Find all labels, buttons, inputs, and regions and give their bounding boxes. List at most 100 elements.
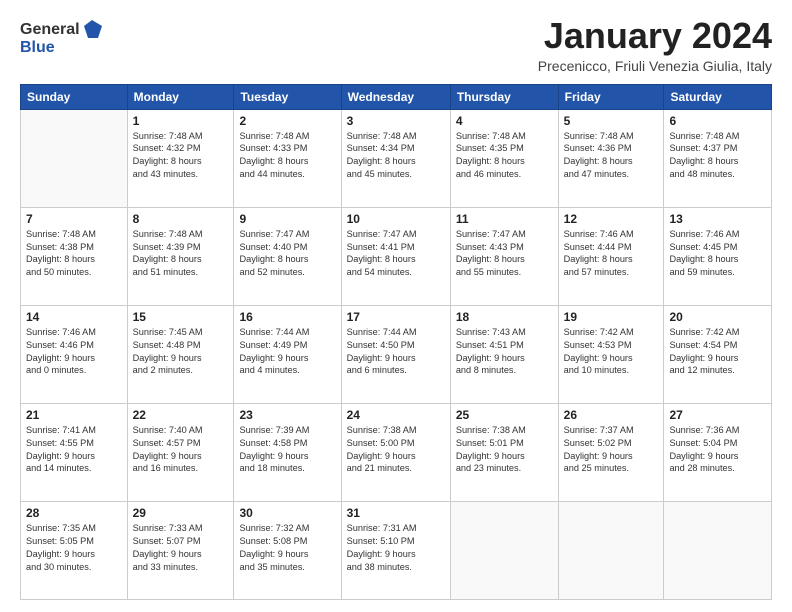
day-number: 27 — [669, 408, 766, 422]
logo: General Blue — [20, 16, 110, 63]
calendar-cell: 14 Sunrise: 7:46 AMSunset: 4:46 PMDayligh… — [21, 305, 128, 403]
day-number: 16 — [239, 310, 335, 324]
day-header-thursday: Thursday — [450, 84, 558, 109]
day-number: 17 — [347, 310, 445, 324]
calendar-cell: 18Sunrise: 7:43 AMSunset: 4:51 PMDayligh… — [450, 305, 558, 403]
calendar-cell: 4 Sunrise: 7:48 AMSunset: 4:35 PMDaylight… — [450, 109, 558, 207]
calendar-cell: 22 Sunrise: 7:40 AMSunset: 4:57 PMDayligh… — [127, 403, 234, 501]
cell-info: Sunrise: 7:35 AMSunset: 5:05 PMDaylight:… — [26, 522, 122, 574]
day-number: 15 — [133, 310, 229, 324]
calendar-cell: 29 Sunrise: 7:33 AMSunset: 5:07 PMDayligh… — [127, 501, 234, 599]
cell-info: Sunrise: 7:44 AMSunset: 4:50 PMDaylight:… — [347, 326, 445, 378]
day-number: 25 — [456, 408, 553, 422]
cell-info: Sunrise: 7:46 AMSunset: 4:46 PMDaylight:… — [26, 326, 122, 378]
cell-info: Sunrise: 7:46 AMSunset: 4:44 PMDaylight:… — [564, 228, 659, 280]
cell-info: Sunrise: 7:39 AMSunset: 4:58 PMDaylight:… — [239, 424, 335, 476]
cell-info: Sunrise: 7:44 AMSunset: 4:49 PMDaylight:… — [239, 326, 335, 378]
logo-image: General Blue — [20, 16, 110, 63]
day-number: 20 — [669, 310, 766, 324]
cell-info: Sunrise: 7:32 AMSunset: 5:08 PMDaylight:… — [239, 522, 335, 574]
day-header-sunday: Sunday — [21, 84, 128, 109]
day-number: 31 — [347, 506, 445, 520]
cell-info: Sunrise: 7:42 AMSunset: 4:53 PMDaylight:… — [564, 326, 659, 378]
cell-info: Sunrise: 7:48 AMSunset: 4:35 PMDaylight:… — [456, 130, 553, 182]
day-header-monday: Monday — [127, 84, 234, 109]
calendar-cell: 27 Sunrise: 7:36 AMSunset: 5:04 PMDayligh… — [664, 403, 772, 501]
calendar-cell: 23 Sunrise: 7:39 AMSunset: 4:58 PMDayligh… — [234, 403, 341, 501]
cell-info: Sunrise: 7:40 AMSunset: 4:57 PMDaylight:… — [133, 424, 229, 476]
cell-info: Sunrise: 7:47 AMSunset: 4:43 PMDaylight:… — [456, 228, 553, 280]
calendar-cell: 13Sunrise: 7:46 AMSunset: 4:45 PMDayligh… — [664, 207, 772, 305]
day-header-saturday: Saturday — [664, 84, 772, 109]
day-number: 30 — [239, 506, 335, 520]
day-number: 2 — [239, 114, 335, 128]
calendar-cell: 2 Sunrise: 7:48 AMSunset: 4:33 PMDaylight… — [234, 109, 341, 207]
cell-info: Sunrise: 7:33 AMSunset: 5:07 PMDaylight:… — [133, 522, 229, 574]
day-number: 19 — [564, 310, 659, 324]
calendar-cell: 16 Sunrise: 7:44 AMSunset: 4:49 PMDayligh… — [234, 305, 341, 403]
day-header-tuesday: Tuesday — [234, 84, 341, 109]
cell-info: Sunrise: 7:48 AMSunset: 4:33 PMDaylight:… — [239, 130, 335, 182]
day-number: 21 — [26, 408, 122, 422]
cell-info: Sunrise: 7:43 AMSunset: 4:51 PMDaylight:… — [456, 326, 553, 378]
calendar-cell: 19 Sunrise: 7:42 AMSunset: 4:53 PMDayligh… — [558, 305, 664, 403]
location-title: Precenicco, Friuli Venezia Giulia, Italy — [538, 58, 772, 74]
day-number: 4 — [456, 114, 553, 128]
day-number: 12 — [564, 212, 659, 226]
calendar-cell: 28Sunrise: 7:35 AMSunset: 5:05 PMDayligh… — [21, 501, 128, 599]
day-number: 6 — [669, 114, 766, 128]
week-row-1: 1Sunrise: 7:48 AMSunset: 4:32 PMDaylight… — [21, 109, 772, 207]
cell-info: Sunrise: 7:31 AMSunset: 5:10 PMDaylight:… — [347, 522, 445, 574]
calendar-cell: 30 Sunrise: 7:32 AMSunset: 5:08 PMDayligh… — [234, 501, 341, 599]
day-number: 11 — [456, 212, 553, 226]
calendar-header-row: SundayMondayTuesdayWednesdayThursdayFrid… — [21, 84, 772, 109]
week-row-5: 28Sunrise: 7:35 AMSunset: 5:05 PMDayligh… — [21, 501, 772, 599]
svg-text:General: General — [20, 21, 80, 38]
calendar-cell: 3Sunrise: 7:48 AMSunset: 4:34 PMDaylight… — [341, 109, 450, 207]
cell-info: Sunrise: 7:36 AMSunset: 5:04 PMDaylight:… — [669, 424, 766, 476]
day-header-friday: Friday — [558, 84, 664, 109]
calendar-cell: 7 Sunrise: 7:48 AMSunset: 4:38 PMDaylight… — [21, 207, 128, 305]
week-row-2: 7 Sunrise: 7:48 AMSunset: 4:38 PMDaylight… — [21, 207, 772, 305]
week-row-3: 14 Sunrise: 7:46 AMSunset: 4:46 PMDayligh… — [21, 305, 772, 403]
header: General Blue January 2024 Precenicco, Fr… — [20, 16, 772, 74]
day-number: 10 — [347, 212, 445, 226]
cell-info: Sunrise: 7:48 AMSunset: 4:38 PMDaylight:… — [26, 228, 122, 280]
calendar-cell: 20 Sunrise: 7:42 AMSunset: 4:54 PMDayligh… — [664, 305, 772, 403]
day-number: 9 — [239, 212, 335, 226]
day-number: 24 — [347, 408, 445, 422]
cell-info: Sunrise: 7:38 AMSunset: 5:00 PMDaylight:… — [347, 424, 445, 476]
calendar-cell: 17 Sunrise: 7:44 AMSunset: 4:50 PMDayligh… — [341, 305, 450, 403]
calendar-cell: 11 Sunrise: 7:47 AMSunset: 4:43 PMDayligh… — [450, 207, 558, 305]
calendar-cell: 12 Sunrise: 7:46 AMSunset: 4:44 PMDayligh… — [558, 207, 664, 305]
calendar-cell: 25 Sunrise: 7:38 AMSunset: 5:01 PMDayligh… — [450, 403, 558, 501]
calendar-cell — [558, 501, 664, 599]
cell-info: Sunrise: 7:48 AMSunset: 4:39 PMDaylight:… — [133, 228, 229, 280]
day-number: 7 — [26, 212, 122, 226]
cell-info: Sunrise: 7:45 AMSunset: 4:48 PMDaylight:… — [133, 326, 229, 378]
day-number: 14 — [26, 310, 122, 324]
calendar-cell: 9 Sunrise: 7:47 AMSunset: 4:40 PMDaylight… — [234, 207, 341, 305]
cell-info: Sunrise: 7:48 AMSunset: 4:37 PMDaylight:… — [669, 130, 766, 182]
cell-info: Sunrise: 7:42 AMSunset: 4:54 PMDaylight:… — [669, 326, 766, 378]
calendar-cell: 31 Sunrise: 7:31 AMSunset: 5:10 PMDayligh… — [341, 501, 450, 599]
day-number: 13 — [669, 212, 766, 226]
cell-info: Sunrise: 7:38 AMSunset: 5:01 PMDaylight:… — [456, 424, 553, 476]
page: General Blue January 2024 Precenicco, Fr… — [0, 0, 792, 612]
week-row-4: 21 Sunrise: 7:41 AMSunset: 4:55 PMDayligh… — [21, 403, 772, 501]
cell-info: Sunrise: 7:47 AMSunset: 4:40 PMDaylight:… — [239, 228, 335, 280]
month-title: January 2024 — [538, 16, 772, 56]
calendar-cell: 21 Sunrise: 7:41 AMSunset: 4:55 PMDayligh… — [21, 403, 128, 501]
day-number: 26 — [564, 408, 659, 422]
day-number: 22 — [133, 408, 229, 422]
day-number: 29 — [133, 506, 229, 520]
calendar-table: SundayMondayTuesdayWednesdayThursdayFrid… — [20, 84, 772, 600]
calendar-cell — [21, 109, 128, 207]
calendar-cell: 8Sunrise: 7:48 AMSunset: 4:39 PMDaylight… — [127, 207, 234, 305]
calendar-cell: 26Sunrise: 7:37 AMSunset: 5:02 PMDayligh… — [558, 403, 664, 501]
day-number: 23 — [239, 408, 335, 422]
day-number: 5 — [564, 114, 659, 128]
cell-info: Sunrise: 7:41 AMSunset: 4:55 PMDaylight:… — [26, 424, 122, 476]
calendar-cell: 24 Sunrise: 7:38 AMSunset: 5:00 PMDayligh… — [341, 403, 450, 501]
svg-text:Blue: Blue — [20, 39, 55, 56]
